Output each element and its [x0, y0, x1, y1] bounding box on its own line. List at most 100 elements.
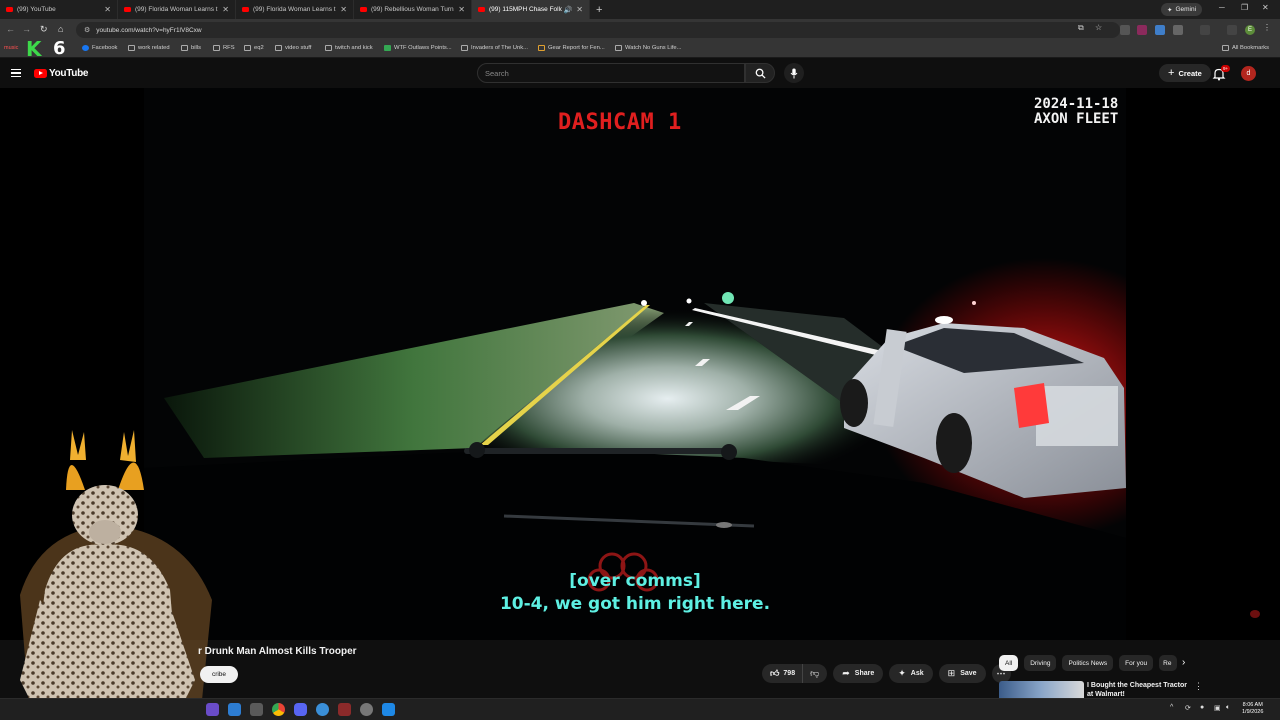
chip-driving[interactable]: Driving: [1024, 655, 1057, 671]
related-chip-bar: All Driving Politics News For you Re: [999, 655, 1183, 671]
chip-politics-news[interactable]: Politics News: [1062, 655, 1114, 671]
chevron-right-icon[interactable]: ›: [1182, 657, 1185, 668]
extensions-puzzle-icon[interactable]: [1173, 25, 1183, 35]
video-timestamp: 2024-11-18 AXON FLEET: [1034, 97, 1118, 127]
menu-kebab-icon[interactable]: ⋮: [1263, 23, 1271, 32]
bookmark-star-icon[interactable]: ☆: [1095, 23, 1102, 32]
bookmark-label: WTF Outlaws Points...: [394, 45, 452, 51]
discord-icon[interactable]: [294, 703, 307, 716]
close-tab-icon[interactable]: ✕: [222, 5, 229, 14]
voice-search-button[interactable]: [784, 63, 804, 83]
timestamp-date: 2024-11-18: [1034, 96, 1119, 112]
bookmark-item[interactable]: Watch No Guns Life...: [615, 45, 682, 51]
close-tab-icon[interactable]: ✕: [458, 5, 465, 14]
folder-icon: [128, 45, 135, 51]
save-button[interactable]: ⊞ Save: [938, 664, 986, 683]
bookmark-folder[interactable]: eq2: [244, 45, 264, 51]
install-icon[interactable]: ⧉: [1078, 23, 1084, 33]
bookmark-item[interactable]: WTF Outlaws Points...: [384, 45, 452, 51]
bookmark-item[interactable]: Gear Report for Fen...: [538, 45, 605, 51]
settings-gear-icon[interactable]: [360, 703, 373, 716]
gemini-button[interactable]: ✦ Gemini: [1161, 3, 1203, 16]
tray-icon[interactable]: ▣: [1214, 704, 1221, 712]
close-tab-icon[interactable]: ✕: [340, 5, 347, 14]
volume-icon[interactable]: 🔈︎: [1226, 704, 1230, 712]
bookmark-folder[interactable]: RFS: [213, 45, 235, 51]
subscribe-button[interactable]: cribe: [200, 666, 238, 683]
tray-sync-icon[interactable]: ⟳: [1185, 704, 1191, 712]
bookmark-folder[interactable]: bills: [181, 45, 201, 51]
streamer-avatar-overlay: [20, 430, 212, 720]
extension-icon[interactable]: [1120, 25, 1130, 35]
back-icon[interactable]: ←: [6, 24, 15, 34]
bookmark-folder[interactable]: work related: [128, 45, 170, 51]
dashcam-label: DASHCAM 1: [558, 110, 682, 135]
restore-icon[interactable]: ❐: [1241, 3, 1248, 12]
timestamp-system: AXON FLEET: [1034, 111, 1119, 127]
app-icon[interactable]: [206, 703, 219, 716]
account-avatar[interactable]: d: [1241, 66, 1256, 81]
address-bar[interactable]: ⚙ youtube.com/watch?v=hyFr1lV8Cxw: [76, 22, 1120, 38]
chrome-icon[interactable]: [272, 703, 285, 716]
recommended-video[interactable]: I Bought the Cheapest Tractor at Walmart…: [999, 680, 1269, 701]
chip-for-you[interactable]: For you: [1119, 655, 1154, 671]
recommended-title[interactable]: I Bought the Cheapest Tractor at Walmart…: [1087, 681, 1195, 699]
chip-related[interactable]: Re: [1159, 655, 1178, 671]
extension-icon[interactable]: [1137, 25, 1147, 35]
new-tab-icon[interactable]: +: [596, 4, 602, 16]
search-input[interactable]: [485, 68, 725, 78]
app-icon[interactable]: [338, 703, 351, 716]
speaker-icon[interactable]: 🔊: [564, 6, 573, 14]
site-info-icon[interactable]: ⚙: [84, 26, 90, 34]
browser-tab[interactable]: (99) Florida Woman Learns the ✕: [118, 0, 236, 19]
bookmark-item[interactable]: Facebook: [82, 45, 117, 51]
ask-button[interactable]: ✦ Ask: [889, 664, 933, 683]
youtube-favicon-icon: [360, 7, 367, 12]
bookmark-folder[interactable]: video stuff: [275, 45, 311, 51]
app-icon[interactable]: [316, 703, 329, 716]
bookmark-folder[interactable]: twitch and kick: [325, 45, 373, 51]
home-icon[interactable]: ⌂: [58, 24, 63, 34]
youtube-play-icon: [34, 69, 47, 78]
search-button[interactable]: [745, 63, 775, 83]
tray-chevron-icon[interactable]: ^: [1170, 704, 1173, 711]
close-tab-icon[interactable]: ✕: [104, 5, 111, 14]
like-button[interactable]: 👍︎ 798: [762, 664, 804, 683]
dislike-button[interactable]: 👎︎: [803, 664, 827, 683]
system-clock[interactable]: 8:06 AM 1/9/2026: [1242, 702, 1263, 716]
tray-icon[interactable]: ●: [1200, 704, 1204, 711]
share-button[interactable]: ➦ Share: [833, 664, 884, 683]
minimize-icon[interactable]: ─: [1219, 3, 1225, 12]
bookmark-label: work related: [138, 45, 170, 51]
browser-tab[interactable]: (99) Florida Woman Learns the ✕: [236, 0, 354, 19]
browser-tab[interactable]: (99) Rebellious Woman Turns S ✕: [354, 0, 472, 19]
bookmark-item[interactable]: Invaders of The Unk...: [461, 45, 528, 51]
plus-icon: +: [1168, 67, 1175, 79]
app-icon[interactable]: [228, 703, 241, 716]
youtube-favicon-icon: [6, 7, 13, 12]
close-window-icon[interactable]: ✕: [1262, 3, 1269, 12]
reload-icon[interactable]: ↻: [40, 24, 48, 35]
profile-avatar[interactable]: E: [1245, 25, 1255, 35]
side-panel-icon[interactable]: [1200, 25, 1210, 35]
all-bookmarks-folder[interactable]: All Bookmarks: [1222, 45, 1269, 51]
tab-strip: (99) YouTube ✕ (99) Florida Woman Learns …: [0, 0, 1280, 19]
chip-all[interactable]: All: [999, 655, 1019, 671]
browser-tab[interactable]: (99) YouTube ✕: [0, 0, 118, 19]
video-frame[interactable]: DASHCAM 1 2024-11-18 AXON FLEET [over co…: [144, 88, 1126, 640]
create-button[interactable]: + Create: [1159, 64, 1211, 82]
folder-icon: [181, 45, 188, 51]
app-icon[interactable]: [250, 703, 263, 716]
youtube-logo[interactable]: YouTube: [34, 68, 89, 79]
extension-icon[interactable]: [1155, 25, 1165, 35]
close-tab-icon[interactable]: ✕: [576, 5, 583, 14]
hamburger-menu-icon[interactable]: [11, 69, 21, 77]
youtube-wordmark: YouTube: [49, 68, 89, 79]
more-options-icon[interactable]: ⋮: [1194, 681, 1203, 692]
forward-icon[interactable]: →: [22, 24, 31, 34]
browser-tab-active[interactable]: (99) 115MPH Chase Follow 🔊 ✕: [472, 0, 590, 19]
caption-line: 10-4, we got him right here.: [499, 594, 771, 614]
bookmark-label: RFS: [223, 45, 235, 51]
downloads-icon[interactable]: [1227, 25, 1237, 35]
app-icon[interactable]: [382, 703, 395, 716]
